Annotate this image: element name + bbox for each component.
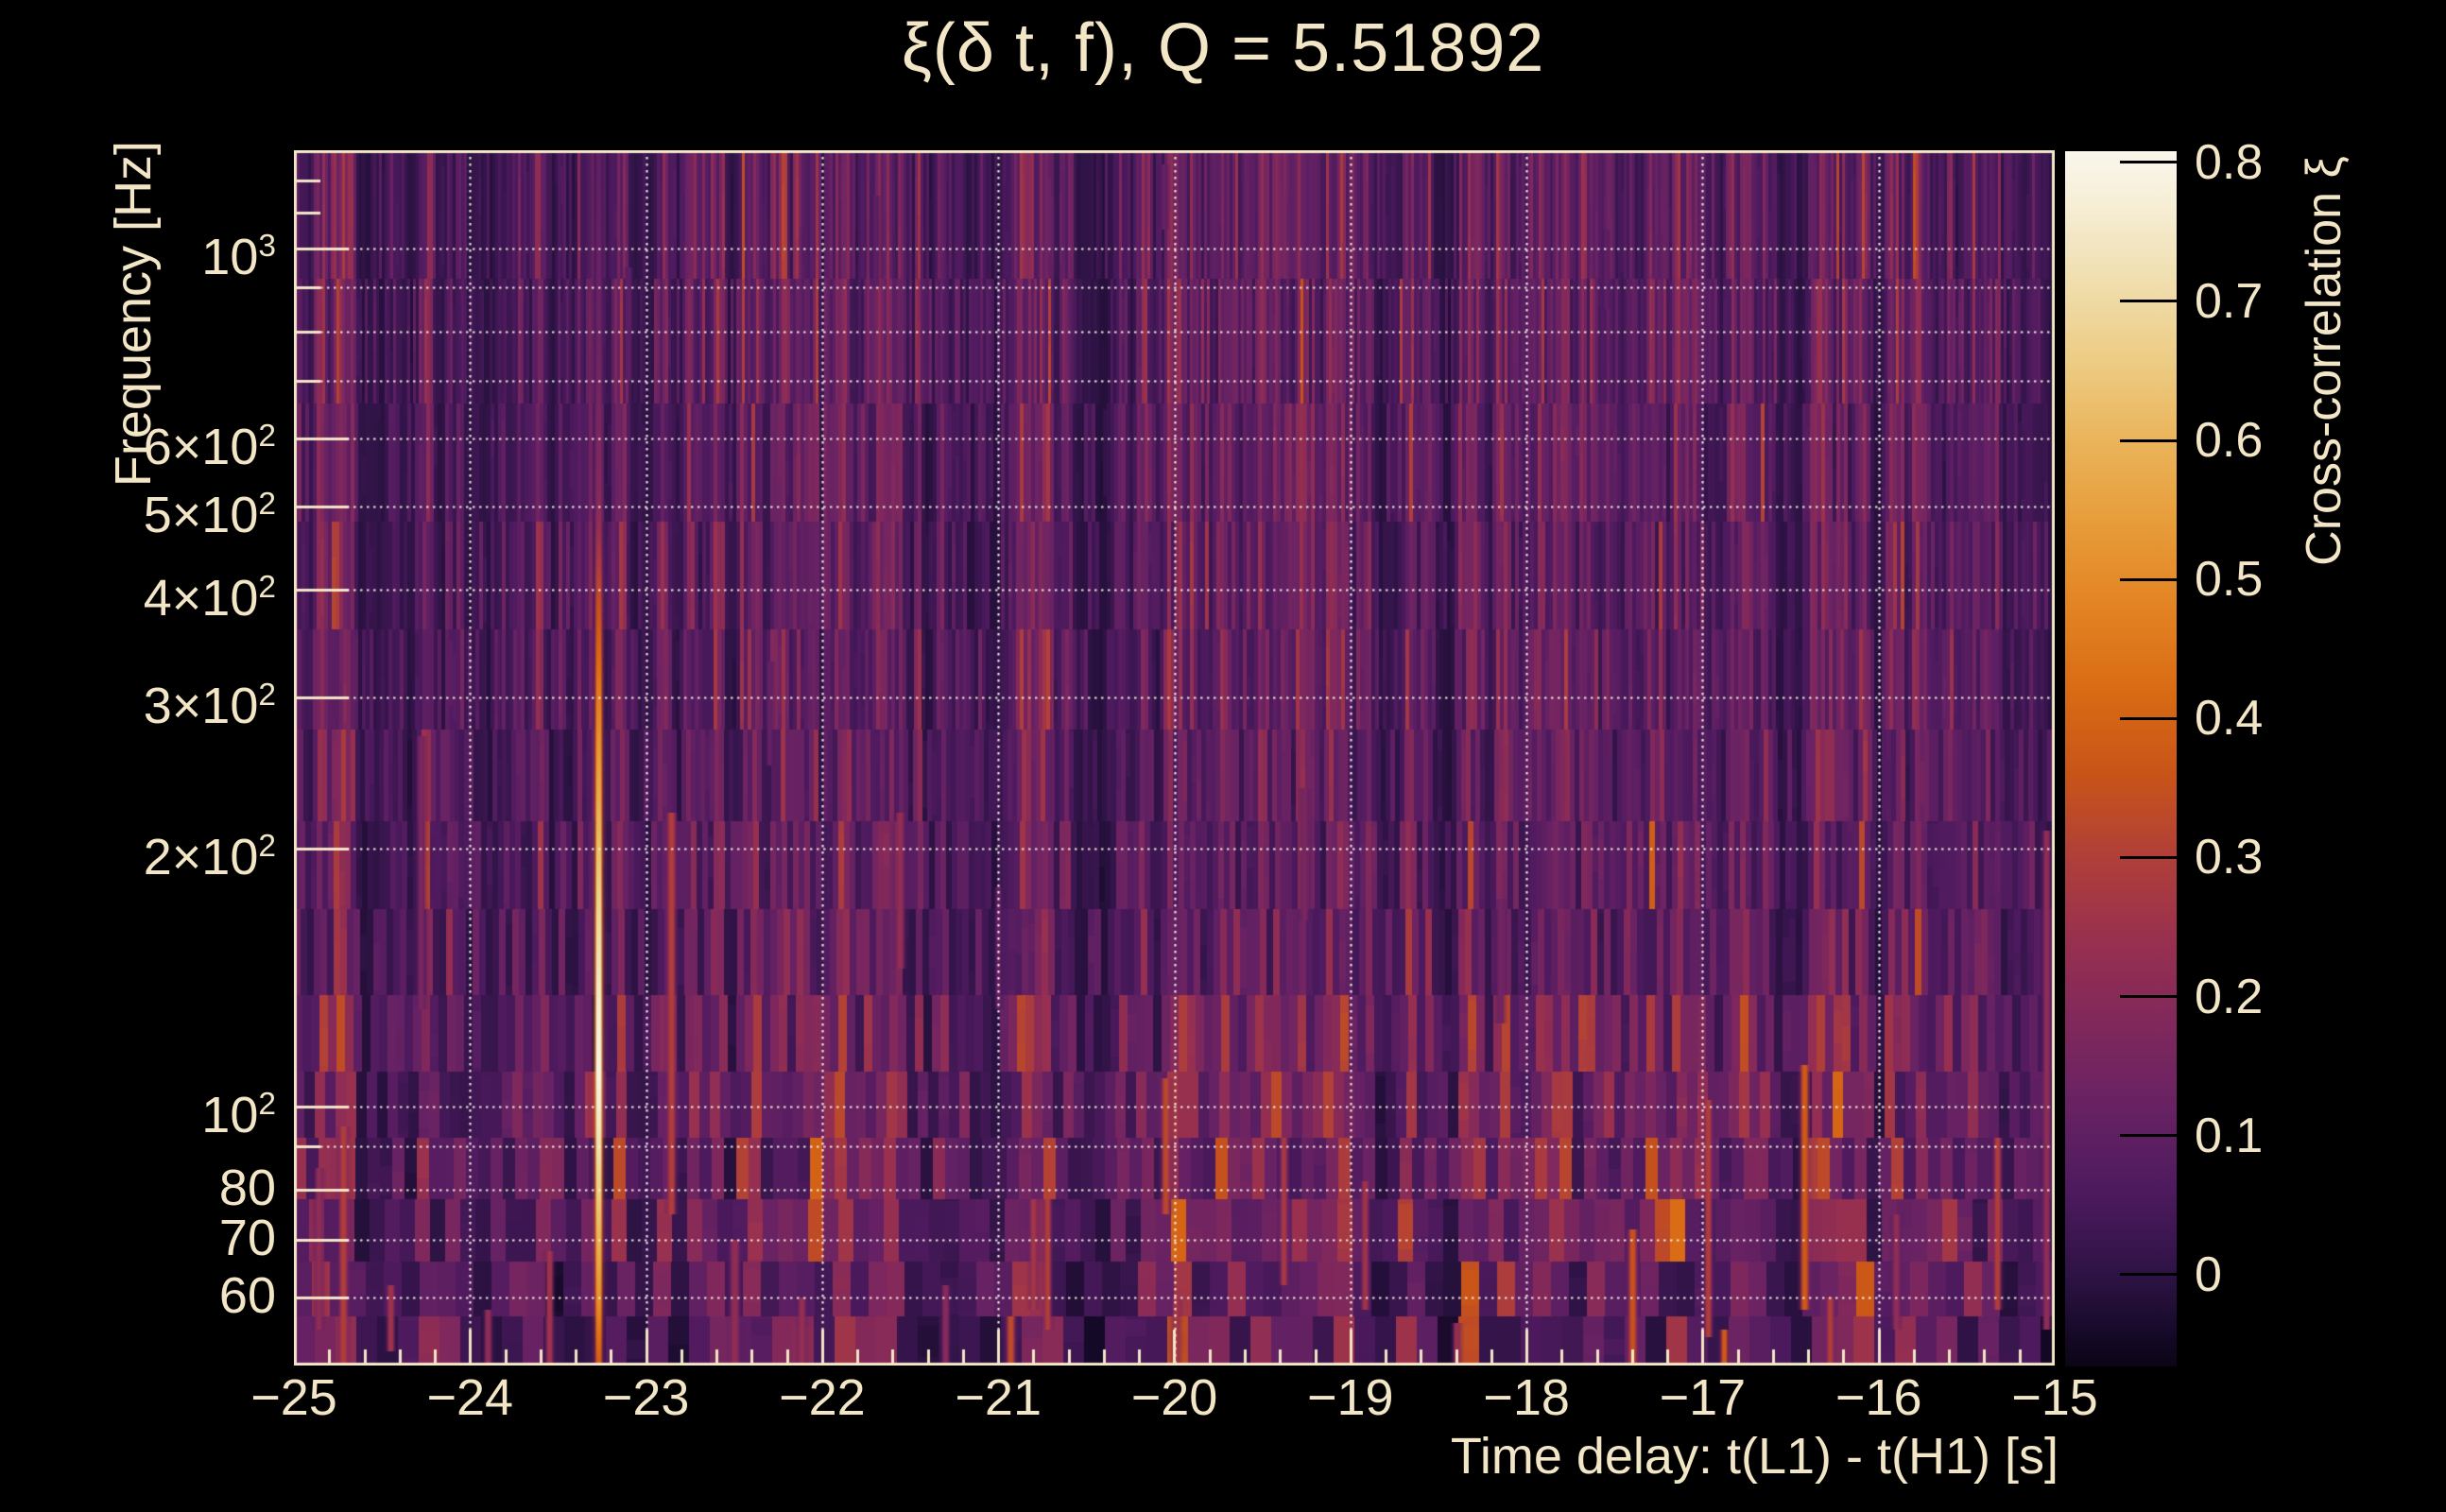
x-tick-label: −25	[250, 1369, 337, 1426]
colorbar-tick	[2120, 716, 2177, 720]
colorbar-tick-label: 0.2	[2195, 969, 2264, 1024]
y-tick-label: 2×102	[143, 828, 276, 885]
colorbar-tick	[2120, 438, 2177, 442]
colorbar-tick	[2120, 161, 2177, 164]
colorbar-tick-label: 0.8	[2195, 134, 2264, 190]
colorbar	[2065, 151, 2177, 1366]
colorbar-tick	[2120, 1273, 2177, 1277]
colorbar-tick-label: 0.6	[2195, 413, 2264, 469]
colorbar-tick-label: 0.7	[2195, 273, 2264, 329]
heatmap-frame	[294, 150, 2055, 1366]
x-tick-label: −15	[2011, 1369, 2098, 1426]
plot-root: ξ(δ t, f), Q = 5.51892 Frequency [Hz] 10…	[0, 0, 2446, 1512]
y-tick-label: 3×102	[143, 677, 276, 734]
x-tick-label: −18	[1483, 1369, 1570, 1426]
colorbar-tick-label: 0.1	[2195, 1108, 2264, 1163]
x-tick-label: −19	[1306, 1369, 1394, 1426]
colorbar-tick	[2120, 995, 2177, 999]
y-tick-label: 6×102	[143, 419, 276, 476]
x-tick-label: −23	[602, 1369, 690, 1426]
y-tick-label: 70	[218, 1210, 276, 1267]
x-tick-label: −22	[779, 1369, 866, 1426]
y-tick-label: 102	[201, 1087, 276, 1144]
x-axis-title: Time delay: t(L1) - t(H1) [s]	[1450, 1428, 2058, 1485]
colorbar-tick-label: 0	[2195, 1246, 2222, 1302]
colorbar-tick-label: 0.5	[2195, 552, 2264, 608]
colorbar-tick	[2120, 1134, 2177, 1138]
y-tick-label: 4×102	[143, 570, 276, 627]
x-tick-label: −21	[955, 1369, 1042, 1426]
x-tick-label: −16	[1834, 1369, 1922, 1426]
y-tick-label: 103	[201, 228, 276, 285]
y-tick-label: 60	[218, 1267, 276, 1325]
chart-title: ξ(δ t, f), Q = 5.51892	[901, 10, 1545, 86]
x-tick-label: −20	[1130, 1369, 1218, 1426]
x-tick-label: −24	[426, 1369, 514, 1426]
colorbar-title: Cross-correlation ξ	[2297, 156, 2351, 566]
colorbar-tick-label: 0.3	[2195, 830, 2264, 885]
x-tick-label: −17	[1659, 1369, 1747, 1426]
y-tick-label: 5×102	[143, 487, 276, 544]
colorbar-tick	[2120, 855, 2177, 859]
heatmap-canvas	[294, 150, 2055, 1366]
colorbar-tick	[2120, 577, 2177, 581]
colorbar-tick-label: 0.4	[2195, 691, 2264, 747]
y-tick-label: 80	[218, 1160, 276, 1217]
colorbar-tick	[2120, 300, 2177, 303]
